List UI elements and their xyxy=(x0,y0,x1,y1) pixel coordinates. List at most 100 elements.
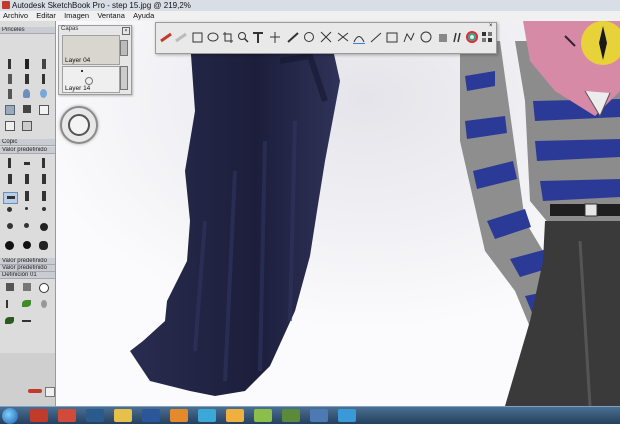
size-4-icon[interactable] xyxy=(22,223,31,233)
layer-opacity-slider[interactable] xyxy=(120,66,128,90)
start-button[interactable] xyxy=(2,408,18,424)
menu-imagen[interactable]: Imagen xyxy=(64,11,89,21)
marker-brush-icon[interactable] xyxy=(39,59,48,69)
color-wheel-icon[interactable] xyxy=(466,31,478,44)
brush-icon[interactable] xyxy=(22,74,31,84)
selected-brush-icon[interactable] xyxy=(3,192,18,204)
symmetry-icon[interactable] xyxy=(320,31,332,44)
blob-brush-2-icon[interactable] xyxy=(22,241,31,251)
toolbar-close-icon[interactable]: × xyxy=(489,23,495,29)
layer-item-04[interactable]: Layer 04 xyxy=(62,35,120,65)
size-3-icon[interactable] xyxy=(5,207,14,217)
preset-brush-1-icon[interactable] xyxy=(5,174,14,184)
brush-palette: Pinceles Copic Valor predefinido Valor p… xyxy=(0,21,56,406)
aim-icon[interactable] xyxy=(198,409,216,422)
media-icon[interactable] xyxy=(86,409,104,422)
preset-section-3[interactable]: Valor predefinido xyxy=(0,265,55,272)
polyline-icon[interactable] xyxy=(403,31,415,44)
skype-icon[interactable] xyxy=(338,409,356,422)
definition-section[interactable]: Definición 01 xyxy=(0,272,55,279)
ellipse-guide-icon[interactable] xyxy=(303,31,315,44)
gray-blob-icon[interactable] xyxy=(39,300,48,310)
eraser-brush-icon[interactable] xyxy=(39,105,49,115)
zoom-icon[interactable] xyxy=(237,31,249,44)
fill-icon[interactable] xyxy=(437,31,449,44)
copic-section[interactable]: Copic xyxy=(0,139,55,146)
layer-dot xyxy=(81,70,83,72)
leaf-green-icon[interactable] xyxy=(22,300,31,310)
ruler-icon[interactable] xyxy=(287,31,299,44)
symmetry-x-icon[interactable] xyxy=(337,31,349,44)
text-icon[interactable] xyxy=(252,31,264,44)
artwork xyxy=(55,21,620,406)
preset-brush-5-icon[interactable] xyxy=(39,191,48,201)
crop-icon[interactable] xyxy=(222,31,234,44)
layer-editor-icon[interactable] xyxy=(481,31,493,44)
airbrush-icon[interactable] xyxy=(5,74,14,84)
swatch-toggle-icon[interactable] xyxy=(45,387,55,397)
leaf-dark-icon[interactable] xyxy=(5,317,14,327)
copic-marker-3-icon[interactable] xyxy=(39,158,48,168)
layer-scroll[interactable] xyxy=(120,40,128,56)
brush-icon[interactable] xyxy=(160,31,172,44)
copic-marker-1-icon[interactable] xyxy=(5,158,14,168)
texture-1-icon[interactable] xyxy=(5,283,14,293)
size-5-icon[interactable] xyxy=(5,223,14,233)
size-2-icon[interactable] xyxy=(39,207,48,217)
copic-marker-2-icon[interactable] xyxy=(22,158,31,168)
layer-editor-panel: Capas × Layer 04 Layer 14 xyxy=(58,25,132,95)
outlook-icon[interactable] xyxy=(310,409,328,422)
texture-2-icon[interactable] xyxy=(22,283,31,293)
eraser-hard-icon[interactable] xyxy=(5,121,15,131)
preset-section-1[interactable]: Valor predefinido xyxy=(0,147,55,154)
paint-icon[interactable] xyxy=(254,409,272,422)
color-swatch-red[interactable] xyxy=(28,389,42,393)
firefox-icon[interactable] xyxy=(170,409,188,422)
blur-icon[interactable] xyxy=(5,105,15,115)
rect-select-icon[interactable] xyxy=(192,31,204,44)
rectangle-icon[interactable] xyxy=(386,31,398,44)
drawing-canvas[interactable] xyxy=(55,21,620,406)
script-brush-icon[interactable] xyxy=(5,300,14,310)
explorer-icon[interactable] xyxy=(114,409,132,422)
main-toolbar: × xyxy=(155,22,497,54)
pencil-brush-icon[interactable] xyxy=(5,59,14,69)
color-puck[interactable] xyxy=(60,106,98,144)
menu-ayuda[interactable]: Ayuda xyxy=(133,11,154,21)
smudge-brush-icon[interactable] xyxy=(22,89,31,99)
transform-icon[interactable] xyxy=(269,31,281,44)
preset-brush-3-icon[interactable] xyxy=(39,174,48,184)
stamp-icon[interactable] xyxy=(22,121,32,131)
pencil-icon[interactable] xyxy=(226,409,244,422)
grid-texture-icon[interactable] xyxy=(39,283,49,293)
texture-brush-icon[interactable] xyxy=(39,223,48,233)
line-icon[interactable] xyxy=(370,31,382,44)
sketchbook-icon[interactable] xyxy=(30,409,48,422)
preset-brush-2-icon[interactable] xyxy=(22,174,31,184)
puck-center[interactable] xyxy=(68,114,90,136)
word-icon[interactable] xyxy=(142,409,160,422)
layer-item-14[interactable]: Layer 14 xyxy=(62,66,120,93)
flower-icon[interactable] xyxy=(282,409,300,422)
brush-palette-icon[interactable] xyxy=(452,31,464,44)
blob-brush-1-icon[interactable] xyxy=(5,241,14,251)
water-drop-icon[interactable] xyxy=(39,89,48,99)
sharpen-icon[interactable] xyxy=(22,105,31,115)
chisel-brush-icon[interactable] xyxy=(5,89,14,99)
preset-section-2[interactable]: Valor predefinido xyxy=(0,258,55,265)
preset-brush-4-icon[interactable] xyxy=(22,191,31,201)
pen-brush-icon[interactable] xyxy=(22,59,31,69)
menu-ventana[interactable]: Ventana xyxy=(97,11,125,21)
curve-icon[interactable] xyxy=(353,31,365,44)
ellipse-icon[interactable] xyxy=(420,31,432,44)
lasso-icon[interactable] xyxy=(207,31,219,44)
wave-brush-icon[interactable] xyxy=(22,317,31,327)
eraser-icon[interactable] xyxy=(175,31,187,44)
menu-archivo[interactable]: Archivo xyxy=(3,11,28,21)
chrome-icon[interactable] xyxy=(58,409,76,422)
close-icon[interactable]: × xyxy=(122,27,130,35)
menu-editar[interactable]: Editar xyxy=(36,11,56,21)
size-1-icon[interactable] xyxy=(22,207,31,217)
paintbrush-icon[interactable] xyxy=(39,74,48,84)
splatter-brush-icon[interactable] xyxy=(39,241,48,251)
